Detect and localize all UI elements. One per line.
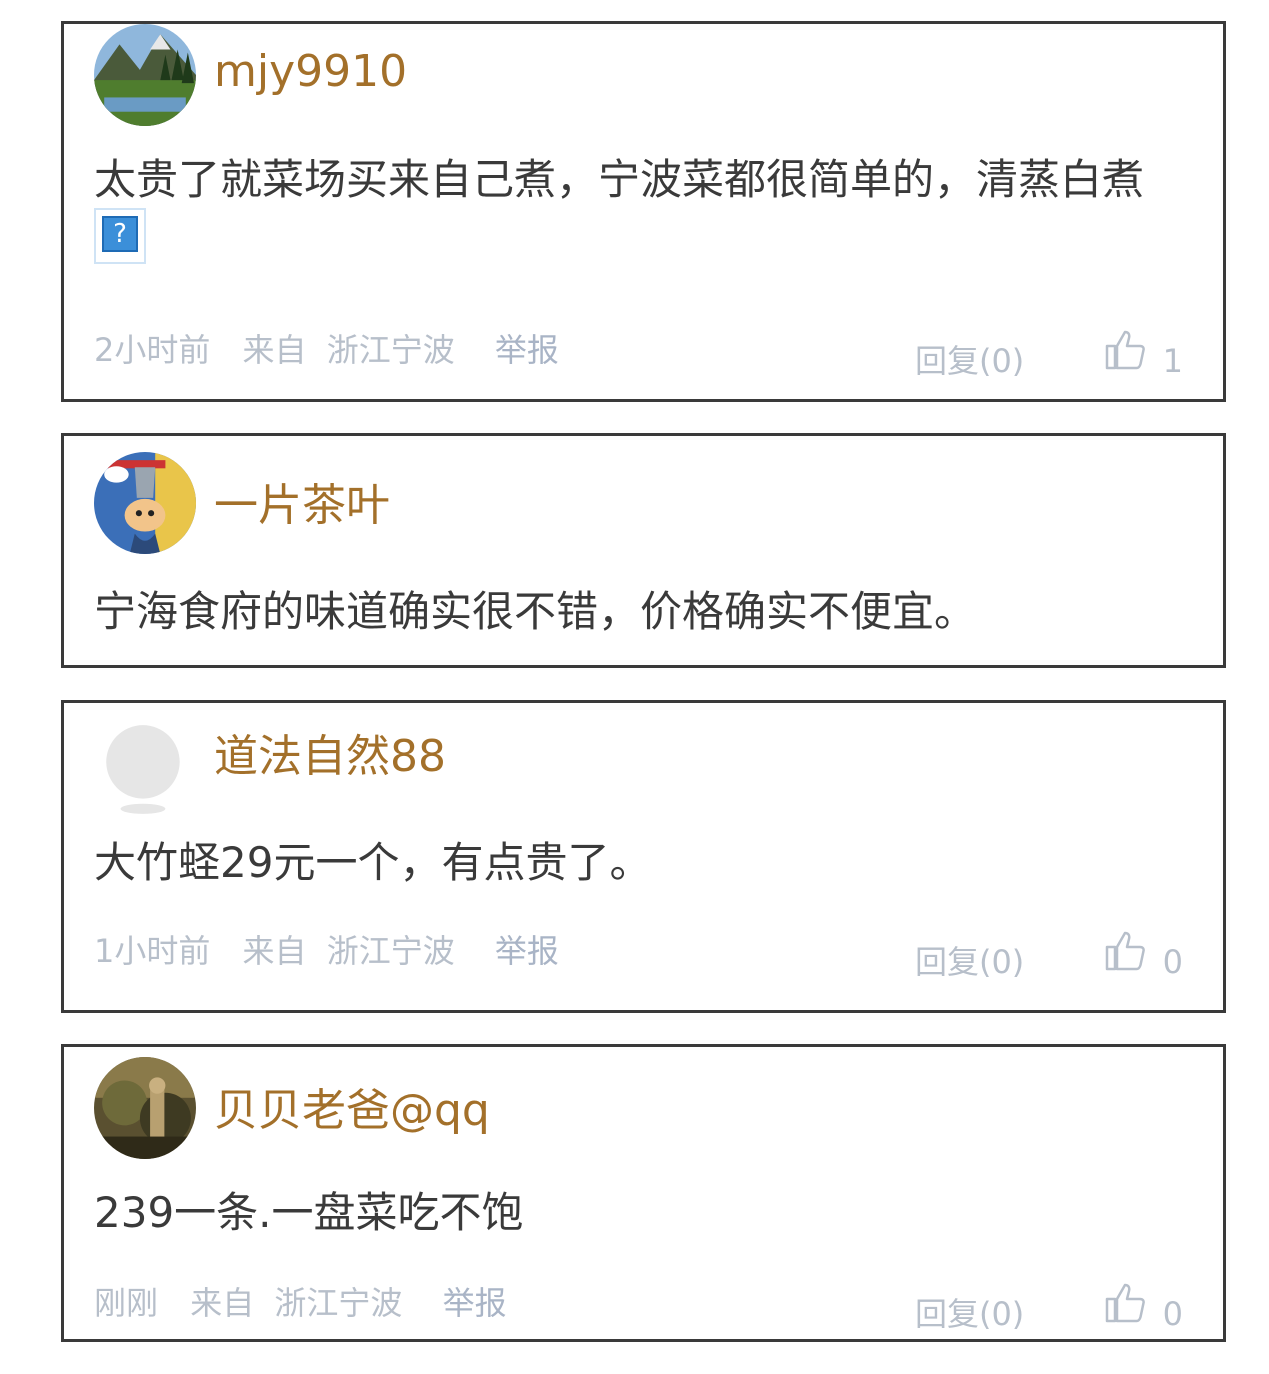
comment-text-body: 239一条.一盘菜吃不饱 <box>94 1188 524 1237</box>
reply-button[interactable]: 回复(0) <box>915 1292 1024 1336</box>
avatar[interactable] <box>94 1057 196 1159</box>
timestamp: 刚刚 <box>94 1284 159 1322</box>
default-user-icon <box>94 717 196 819</box>
comment-text-body: 太贵了就菜场买来自己煮，宁波菜都很简单的，清蒸白煮 <box>94 155 1145 204</box>
thumbs-up-icon <box>1106 1283 1146 1323</box>
like-button[interactable]: 0 <box>1104 929 1183 984</box>
reply-button[interactable]: 回复(0) <box>915 940 1024 984</box>
broken-emoji-icon: ? <box>94 208 146 264</box>
report-link[interactable]: 举报 <box>443 1281 507 1325</box>
comment-actions: 回复(0) 1 <box>915 328 1183 380</box>
thumbs-up-icon <box>1106 931 1146 971</box>
timestamp: 2小时前 <box>94 331 211 369</box>
question-mark-icon: ? <box>102 216 138 252</box>
photo-avatar-icon <box>94 1057 196 1159</box>
username[interactable]: 一片茶叶 <box>214 484 390 528</box>
location: 浙江宁波 <box>326 331 455 369</box>
landscape-avatar-icon <box>94 24 196 126</box>
comment-card: 贝贝老爸@qq 239一条.一盘菜吃不饱 刚刚 来自 浙江宁波 举报 回复(0)… <box>61 1044 1226 1342</box>
timestamp: 1小时前 <box>94 932 211 970</box>
avatar[interactable] <box>94 24 196 126</box>
like-button[interactable]: 1 <box>1104 328 1183 383</box>
comment-actions: 回复(0) 0 <box>915 1281 1183 1333</box>
comment-text: 太贵了就菜场买来自己煮，宁波菜都很简单的，清蒸白煮? <box>94 140 1193 300</box>
comment-actions: 回复(0) 0 <box>915 929 1183 981</box>
comment-text: 239一条.一盘菜吃不饱 <box>94 1173 1193 1253</box>
comment-text-body: 宁海食府的味道确实很不错，价格确实不便宜。 <box>94 587 977 636</box>
comment-text: 大竹蛏29元一个，有点贵了。 <box>94 823 1193 903</box>
comment-card: 一片茶叶 宁海食府的味道确实很不错，价格确实不便宜。 <box>61 433 1226 668</box>
report-link[interactable]: 举报 <box>495 929 559 973</box>
username[interactable]: 贝贝老爸@qq <box>214 1089 490 1133</box>
avatar[interactable] <box>94 452 196 554</box>
comment-card: mjy9910 太贵了就菜场买来自己煮，宁波菜都很简单的，清蒸白煮? 2小时前 … <box>61 21 1226 402</box>
like-count: 0 <box>1162 1295 1183 1333</box>
comment-card: 道法自然88 大竹蛏29元一个，有点贵了。 1小时前 来自 浙江宁波 举报 回复… <box>61 700 1226 1013</box>
username[interactable]: 道法自然88 <box>214 735 446 779</box>
source-label: 来自 <box>190 1284 255 1322</box>
location: 浙江宁波 <box>274 1284 403 1322</box>
location: 浙江宁波 <box>326 932 455 970</box>
reply-button[interactable]: 回复(0) <box>915 339 1024 383</box>
thumbs-up-icon <box>1106 330 1146 370</box>
like-button[interactable]: 0 <box>1104 1281 1183 1336</box>
username[interactable]: mjy9910 <box>214 50 407 94</box>
source-label: 来自 <box>242 932 307 970</box>
comment-meta: 1小时前 来自 浙江宁波 举报 回复(0) 0 <box>94 929 1183 981</box>
like-count: 1 <box>1162 342 1183 380</box>
cartoon-avatar-icon <box>94 452 196 554</box>
source-label: 来自 <box>242 331 307 369</box>
comment-meta: 刚刚 来自 浙江宁波 举报 回复(0) 0 <box>94 1281 1183 1333</box>
avatar[interactable] <box>94 717 196 819</box>
comment-text: 宁海食府的味道确实很不错，价格确实不便宜。 <box>94 572 1193 652</box>
comment-meta: 2小时前 来自 浙江宁波 举报 回复(0) 1 <box>94 328 1183 380</box>
comment-text-body: 大竹蛏29元一个，有点贵了。 <box>94 838 652 887</box>
like-count: 0 <box>1162 943 1183 981</box>
report-link[interactable]: 举报 <box>495 328 559 372</box>
